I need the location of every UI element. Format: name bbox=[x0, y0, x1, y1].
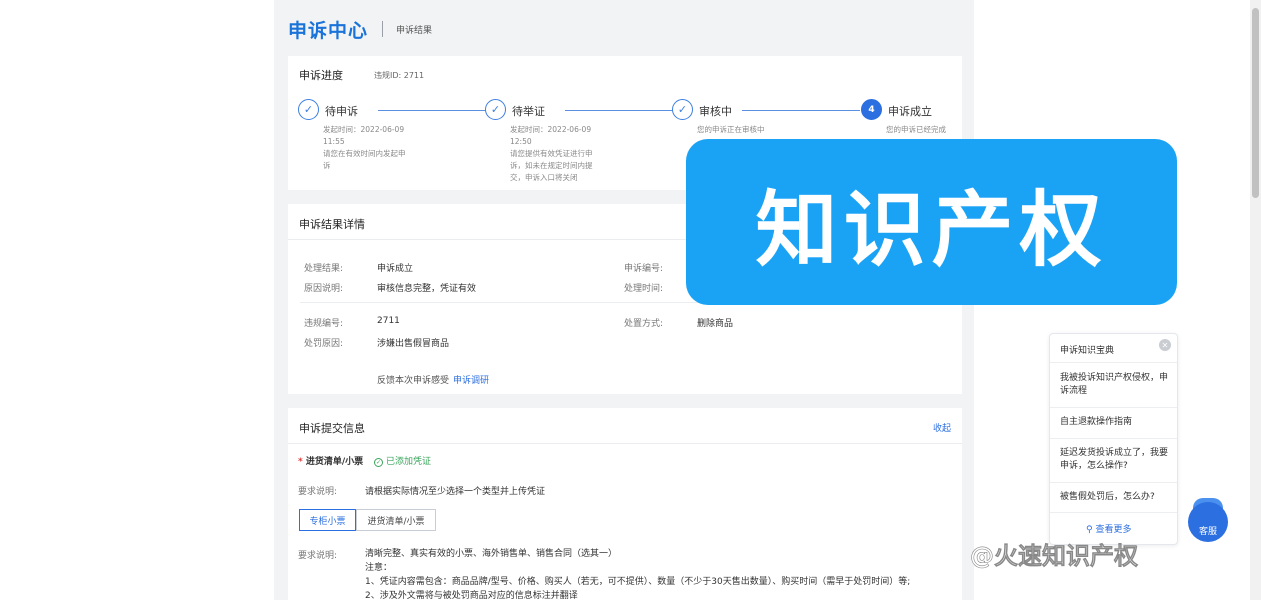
step-connector bbox=[565, 110, 673, 111]
process-time-label: 处理时间: bbox=[624, 284, 664, 294]
step-meta-line: 您的申诉已经完成 bbox=[886, 125, 946, 134]
reason-label: 原因说明: bbox=[304, 284, 344, 294]
step-connector bbox=[742, 110, 860, 111]
requirement-details: 清晰完整、真实有效的小票、海外销售单、销售合同（选其一） 注意： 1、凭证内容需… bbox=[365, 547, 910, 600]
page-header: 申诉中心 申诉结果 bbox=[288, 12, 432, 46]
view-more-link[interactable]: ⚲ 查看更多 bbox=[1086, 522, 1131, 535]
watermark: @火速知识产权 bbox=[970, 542, 1139, 571]
tab-purchase-list[interactable]: 进货清单/小票 bbox=[356, 509, 436, 531]
kb-divider bbox=[1050, 482, 1177, 483]
step-meta-line: 11:55 bbox=[323, 137, 345, 146]
ip-banner-overlay: 知识产权 bbox=[686, 139, 1177, 305]
step-meta-line: 发起时间：2022-06-09 bbox=[323, 125, 405, 134]
result-value: 申诉成立 bbox=[377, 264, 414, 274]
step-meta: 您的申诉正在审核中 bbox=[697, 124, 807, 136]
disposal-method-label: 处置方式: bbox=[624, 319, 664, 329]
appeal-knowledge-panel: 申诉知识宝典 ✕ 我被投诉知识产权侵权，申诉流程 自主退款操作指南 延迟发货投诉… bbox=[1049, 333, 1178, 545]
requirement-text: 请根据实际情况至少选择一个类型并上传凭证 bbox=[365, 487, 546, 497]
check-icon: ✓ bbox=[672, 99, 693, 120]
kb-item[interactable]: 自主退款操作指南 bbox=[1060, 416, 1170, 429]
step-meta-line: 交，申诉入口将关闭 bbox=[510, 173, 578, 182]
tab-counter-receipt[interactable]: 专柜小票 bbox=[299, 509, 356, 531]
survey-link[interactable]: 申诉调研 bbox=[453, 373, 489, 386]
close-icon[interactable]: ✕ bbox=[1159, 339, 1171, 351]
collapse-link[interactable]: 收起 bbox=[933, 421, 951, 434]
disposal-method-value: 删除商品 bbox=[697, 319, 734, 329]
step-name: 待举证 bbox=[512, 105, 545, 118]
step-name: 待申诉 bbox=[325, 105, 358, 118]
step-meta-line: 发起时间：2022-06-09 bbox=[510, 125, 592, 134]
submission-title: 申诉提交信息 bbox=[299, 422, 365, 435]
kb-divider bbox=[1050, 512, 1177, 513]
requirement-label-2: 要求说明: bbox=[298, 551, 338, 561]
customer-service-button[interactable]: 客服 bbox=[1188, 502, 1228, 542]
evidence-added-status: ✓ 已添加凭证 bbox=[374, 454, 431, 467]
kb-divider bbox=[1050, 407, 1177, 408]
step-meta-line: 诉 bbox=[323, 161, 331, 170]
step-meta-line: 12:50 bbox=[510, 137, 532, 146]
kb-divider bbox=[1050, 438, 1177, 439]
step-number-icon: 4 bbox=[861, 99, 882, 120]
step-connector bbox=[378, 110, 486, 111]
step-meta-line: 您的申诉正在审核中 bbox=[697, 125, 765, 134]
feedback-text: 反馈本次申诉感受 bbox=[377, 376, 450, 386]
header-divider bbox=[382, 21, 384, 37]
kb-title: 申诉知识宝典 bbox=[1060, 346, 1115, 356]
appeal-number-label: 申诉编号: bbox=[624, 264, 664, 274]
step-meta: 发起时间：2022-06-09 11:55 请您在有效时间内发起申 诉 bbox=[323, 124, 433, 172]
evidence-added-text: 已添加凭证 bbox=[386, 457, 432, 467]
divider bbox=[288, 443, 962, 444]
evidence-field-text: 进货清单/小票 bbox=[305, 457, 364, 467]
violation-id: 违规ID: 2711 bbox=[374, 71, 425, 80]
kb-item[interactable]: 延迟发货投诉成立了，我要申诉，怎么操作? bbox=[1060, 447, 1170, 473]
appeal-submission-card: 申诉提交信息 收起 * 进货清单/小票 ✓ 已添加凭证 要求说明: 请根据实际情况… bbox=[288, 408, 962, 600]
progress-title: 申诉进度 bbox=[299, 69, 343, 82]
header-subtitle: 申诉结果 bbox=[396, 25, 433, 36]
step-meta-line: 请您提供有效凭证进行申 bbox=[510, 149, 593, 158]
step-meta-line: 请您在有效时间内发起申 bbox=[323, 149, 406, 158]
check-circle-icon: ✓ bbox=[374, 458, 383, 467]
violation-number-value: 2711 bbox=[377, 316, 400, 326]
evidence-field-label: * 进货清单/小票 bbox=[298, 454, 363, 467]
detail-line: 清晰完整、真实有效的小票、海外销售单、销售合同（选其一） bbox=[365, 549, 618, 559]
kb-item[interactable]: 我被投诉知识产权侵权，申诉流程 bbox=[1060, 372, 1170, 398]
step-meta: 您的申诉已经完成 bbox=[886, 124, 996, 136]
step-meta: 发起时间：2022-06-09 12:50 请您提供有效凭证进行申 诉，如未在规… bbox=[510, 124, 620, 184]
violation-number-label: 违规编号: bbox=[304, 319, 344, 329]
scrollbar[interactable] bbox=[1250, 0, 1261, 600]
required-marker: * bbox=[298, 457, 306, 467]
reason-value: 审核信息完整，凭证有效 bbox=[377, 284, 477, 294]
kb-item[interactable]: 被售假处罚后，怎么办? bbox=[1060, 491, 1170, 504]
step-meta-line: 诉，如未在规定时间内提 bbox=[510, 161, 593, 170]
penalty-reason-value: 涉嫌出售假冒商品 bbox=[377, 339, 450, 349]
view-more-text: 查看更多 bbox=[1095, 525, 1132, 535]
detail-line: 1、凭证内容需包含：商品品牌/型号、价格、购买人（若无，可不提供）、数量（不少于… bbox=[365, 577, 911, 587]
result-label: 处理结果: bbox=[304, 264, 344, 274]
step-name: 审核中 bbox=[699, 105, 732, 118]
detail-line: 注意： bbox=[365, 563, 393, 573]
detail-line: 2、涉及外文需将与被处罚商品对应的信息标注并翻译 bbox=[365, 591, 578, 600]
kb-divider bbox=[1050, 362, 1177, 363]
requirement-label: 要求说明: bbox=[298, 487, 338, 497]
check-icon: ✓ bbox=[298, 99, 319, 120]
scrollbar-thumb[interactable] bbox=[1252, 8, 1259, 198]
result-title: 申诉结果详情 bbox=[299, 218, 365, 231]
check-icon: ✓ bbox=[485, 99, 506, 120]
brand-title[interactable]: 申诉中心 bbox=[288, 16, 368, 43]
step-name: 申诉成立 bbox=[888, 105, 932, 118]
penalty-reason-label: 处罚原因: bbox=[304, 339, 344, 349]
